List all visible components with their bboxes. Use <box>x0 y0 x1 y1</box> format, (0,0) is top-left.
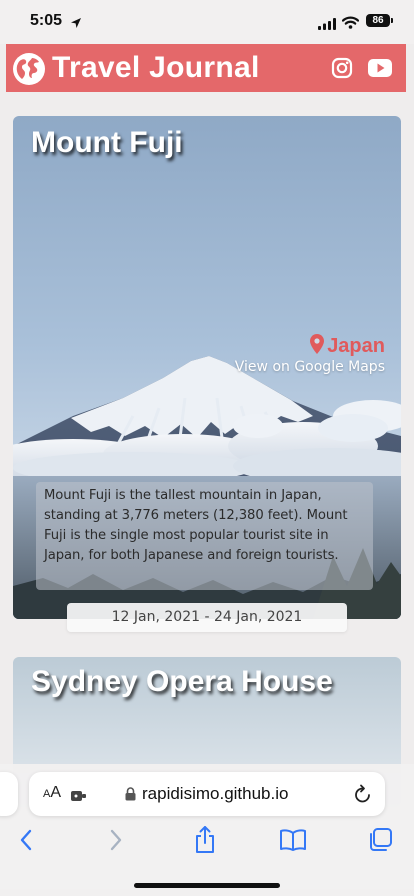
battery-indicator: 86 <box>366 14 393 27</box>
lock-icon <box>125 786 136 805</box>
description-box: Mount Fuji is the tallest mountain in Ja… <box>36 482 373 590</box>
home-indicator <box>134 883 280 888</box>
app-header: Travel Journal <box>6 44 406 92</box>
browser-toolbar: AA rapidisimo.github.io <box>0 764 414 896</box>
entry-title: Sydney Opera House <box>31 665 333 698</box>
location-row: Japan <box>235 334 385 358</box>
text-size-large-label: A <box>50 784 62 801</box>
reload-icon[interactable] <box>354 784 372 808</box>
previous-tab-peek[interactable] <box>0 772 18 816</box>
google-maps-link[interactable]: View on Google Maps <box>235 359 385 375</box>
location-arrow-icon <box>70 14 82 33</box>
address-bar[interactable]: AA rapidisimo.github.io <box>29 772 385 816</box>
app-title: Travel Journal <box>52 51 260 84</box>
instagram-icon[interactable] <box>331 57 353 83</box>
extension-icon[interactable] <box>71 787 87 806</box>
entry-title: Mount Fuji <box>31 126 183 159</box>
screen: 5:05 86 Travel Journal Mount Fuji Japan … <box>0 0 414 896</box>
journal-entry-card: Mount Fuji Japan View on Google Maps Mou… <box>13 116 401 619</box>
tabs-icon[interactable] <box>367 827 393 857</box>
wifi-icon <box>341 14 360 33</box>
location-country: Japan <box>327 334 385 357</box>
status-time: 5:05 <box>30 12 63 29</box>
location-block: Japan View on Google Maps <box>235 334 385 375</box>
globe-icon <box>12 52 46 90</box>
entry-description: Mount Fuji is the tallest mountain in Ja… <box>44 488 348 563</box>
forward-chevron-icon[interactable] <box>108 828 124 856</box>
entry-date-range: 12 Jan, 2021 - 24 Jan, 2021 <box>67 603 347 632</box>
share-icon[interactable] <box>193 825 217 859</box>
map-pin-icon <box>310 334 325 358</box>
url-text[interactable]: rapidisimo.github.io <box>142 784 288 804</box>
youtube-icon[interactable] <box>368 59 392 81</box>
back-chevron-icon[interactable] <box>18 828 34 856</box>
bookmarks-icon[interactable] <box>279 829 307 855</box>
cellular-signal-icon <box>318 15 336 34</box>
status-bar: 5:05 86 <box>0 0 414 44</box>
text-size-button[interactable]: AA <box>43 784 61 802</box>
